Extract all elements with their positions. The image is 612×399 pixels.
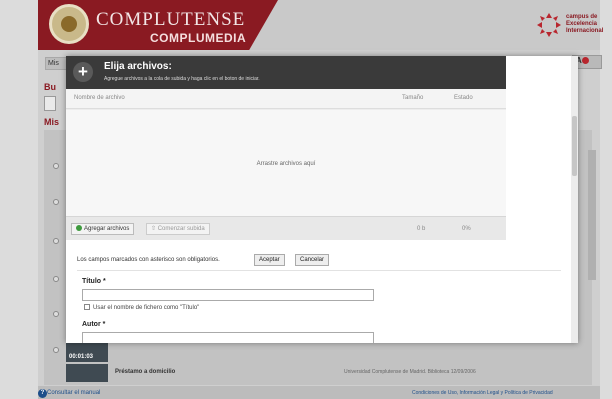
- video-thumbnail[interactable]: [66, 364, 108, 382]
- uploader-column-headers: Nombre de archivo Tamaño Estado: [66, 89, 506, 109]
- accept-button[interactable]: Aceptar: [254, 254, 285, 266]
- background-input[interactable]: [44, 96, 56, 111]
- video-duration: 00:01:03: [69, 354, 94, 360]
- checkbox-icon: [84, 304, 90, 310]
- background-section-title: Mis: [44, 117, 60, 127]
- add-files-label: Agregar archivos: [84, 226, 130, 232]
- help-link[interactable]: Consultar el manual: [47, 390, 100, 396]
- close-icon: [581, 57, 589, 65]
- background-radio[interactable]: [53, 311, 59, 317]
- background-radio[interactable]: [53, 347, 59, 353]
- use-filename-label: Usar el nombre de fichero como "Título": [93, 305, 200, 311]
- upload-dialog: + Elija archivos: Agregue archivos a la …: [66, 56, 578, 343]
- help-icon[interactable]: ?: [38, 389, 47, 398]
- dialog-scrollbar[interactable]: [571, 56, 578, 343]
- uploader-header: + Elija archivos: Agregue archivos a la …: [66, 56, 506, 89]
- background-radio[interactable]: [53, 276, 59, 282]
- cancel-button[interactable]: Cancelar: [295, 254, 330, 266]
- start-upload-label: Comenzar subida: [157, 226, 205, 232]
- total-percent: 0%: [462, 226, 471, 232]
- column-status: Estado: [454, 95, 473, 101]
- column-size: Tamaño: [402, 95, 424, 101]
- uploader-title: Elija archivos:: [104, 61, 172, 72]
- dialog-scrollbar-thumb[interactable]: [572, 116, 577, 176]
- background-radio[interactable]: [53, 163, 59, 169]
- author-label: Autor *: [82, 321, 106, 328]
- uploader-subtitle: Agregue archivos a la cola de subida y h…: [104, 76, 260, 82]
- start-upload-button[interactable]: ⇧ Comenzar subida: [146, 223, 210, 235]
- column-filename: Nombre de archivo: [74, 95, 125, 101]
- drop-zone-text: Arrastre archivos aquí: [256, 161, 316, 167]
- author-input[interactable]: [82, 332, 374, 343]
- legal-link[interactable]: Condiciones de Uso, Información Legal y …: [412, 390, 553, 396]
- brand-subtitle: COMPLUMEDIA: [150, 31, 247, 45]
- plus-icon: +: [73, 62, 93, 82]
- add-files-button[interactable]: Agregar archivos: [71, 223, 135, 235]
- title-input[interactable]: [82, 289, 374, 301]
- background-tab[interactable]: Mis: [45, 57, 67, 70]
- background-radio[interactable]: [53, 238, 59, 244]
- brand-title[interactable]: COMPLUTENSE: [96, 9, 245, 31]
- excellence-line: Internacional: [566, 28, 604, 34]
- university-seal-icon: [49, 4, 89, 44]
- divider: [77, 270, 561, 271]
- file-drop-zone[interactable]: Arrastre archivos aquí: [66, 110, 506, 216]
- background-section-title: Bu: [44, 82, 56, 92]
- background-radio[interactable]: [53, 199, 59, 205]
- excellence-logo-icon: [537, 13, 561, 37]
- total-size: 0 b: [417, 226, 426, 232]
- add-icon: [76, 225, 82, 231]
- upload-arrow-icon: ⇧: [151, 226, 158, 232]
- excellence-line: Excelencia: [566, 21, 598, 27]
- file-uploader: + Elija archivos: Agregue archivos a la …: [66, 56, 506, 240]
- uploader-footer: Agregar archivos ⇧ Comenzar subida 0 b 0…: [66, 216, 506, 240]
- excellence-text: campus de Excelencia Internacional: [566, 14, 603, 35]
- title-label: Título *: [82, 278, 106, 285]
- background-scrollbar[interactable]: [588, 150, 596, 280]
- excellence-line: campus de: [566, 14, 598, 20]
- use-filename-checkbox[interactable]: Usar el nombre de fichero como "Título": [84, 304, 199, 311]
- required-fields-note: Los campos marcados con asterisco son ob…: [77, 257, 220, 263]
- list-item-meta: Universidad Complutense de Madrid. Bibli…: [344, 369, 476, 375]
- list-item-title[interactable]: Préstamo a domicilio: [115, 369, 175, 375]
